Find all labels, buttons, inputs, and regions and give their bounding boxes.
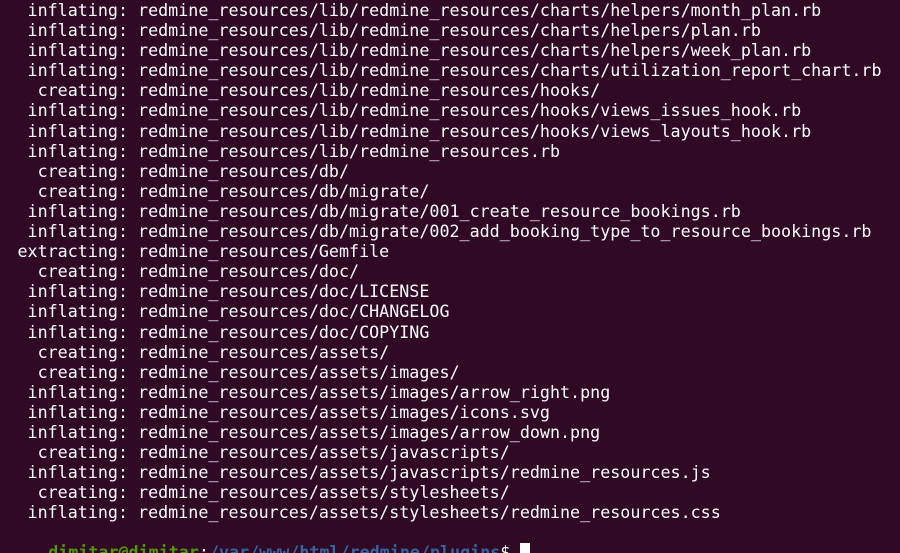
- output-line: inflating: redmine_resources/assets/imag…: [8, 402, 882, 422]
- output-action: inflating:: [27, 200, 128, 221]
- output-path: redmine_resources/Gemfile: [138, 241, 390, 262]
- output-action: inflating:: [27, 221, 128, 242]
- output-path: redmine_resources/assets/javascripts/red…: [138, 462, 711, 483]
- shell-prompt[interactable]: dimitar@dimitar:/var/www/html/redmine/pl…: [8, 522, 531, 553]
- output-action: creating:: [37, 341, 128, 362]
- output-line: creating: redmine_resources/db/migrate/: [8, 181, 882, 201]
- output-path: redmine_resources/assets/stylesheets/: [138, 482, 510, 503]
- output-action: inflating:: [27, 321, 128, 342]
- output-action: inflating:: [27, 301, 128, 322]
- output-path: redmine_resources/assets/stylesheets/red…: [138, 502, 721, 523]
- output-line: inflating: redmine_resources/db/migrate/…: [8, 221, 882, 241]
- output-action: inflating:: [27, 281, 128, 302]
- output-action: creating:: [37, 261, 128, 282]
- output-path: redmine_resources/lib/redmine_resources/…: [138, 40, 812, 61]
- output-line: inflating: redmine_resources/doc/CHANGEL…: [8, 301, 882, 321]
- output-line: inflating: redmine_resources/doc/LICENSE: [8, 281, 882, 301]
- output-line: inflating: redmine_resources/db/migrate/…: [8, 201, 882, 221]
- output-action: inflating:: [27, 40, 128, 61]
- output-action: creating:: [37, 361, 128, 382]
- output-action: inflating:: [27, 100, 128, 121]
- output-action: inflating:: [27, 502, 128, 523]
- output-line: creating: redmine_resources/assets/javas…: [8, 442, 882, 462]
- output-line: inflating: redmine_resources/assets/imag…: [8, 382, 882, 402]
- output-path: redmine_resources/doc/LICENSE: [138, 281, 430, 302]
- output-line: creating: redmine_resources/assets/image…: [8, 362, 882, 382]
- output-path: redmine_resources/db/: [138, 160, 350, 181]
- output-line: inflating: redmine_resources/assets/imag…: [8, 422, 882, 442]
- output-action: creating:: [37, 160, 128, 181]
- output-action: creating:: [37, 442, 128, 463]
- prompt-separator: :: [198, 542, 209, 553]
- output-line: inflating: redmine_resources/lib/redmine…: [8, 0, 882, 20]
- output-path: redmine_resources/lib/redmine_resources.…: [138, 140, 561, 161]
- output-action: inflating:: [27, 421, 128, 442]
- prompt-symbol: $: [500, 542, 511, 553]
- output-action: creating:: [37, 180, 128, 201]
- output-line: inflating: redmine_resources/lib/redmine…: [8, 100, 882, 120]
- output-line: creating: redmine_resources/doc/: [8, 261, 882, 281]
- output-action: creating:: [37, 80, 128, 101]
- output-path: redmine_resources/doc/: [138, 261, 360, 282]
- output-path: redmine_resources/assets/images/arrow_do…: [138, 421, 601, 442]
- output-path: redmine_resources/assets/images/arrow_ri…: [138, 381, 611, 402]
- output-path: redmine_resources/assets/: [138, 341, 390, 362]
- output-action: inflating:: [27, 0, 128, 20]
- output-line: inflating: redmine_resources/lib/redmine…: [8, 141, 882, 161]
- terminal-window[interactable]: inflating: redmine_resources/lib/redmine…: [0, 0, 900, 553]
- output-line: creating: redmine_resources/assets/: [8, 342, 882, 362]
- output-path: redmine_resources/lib/redmine_resources/…: [138, 120, 812, 141]
- output-path: redmine_resources/assets/images/: [138, 361, 460, 382]
- output-line: creating: redmine_resources/assets/style…: [8, 482, 882, 502]
- output-action: inflating:: [27, 462, 128, 483]
- output-action: inflating:: [27, 60, 128, 81]
- output-action: creating:: [37, 482, 128, 503]
- output-action: inflating:: [27, 20, 128, 41]
- prompt-user-host: dimitar@dimitar: [48, 542, 199, 553]
- output-action: inflating:: [27, 140, 128, 161]
- output-line: extracting: redmine_resources/Gemfile: [8, 241, 882, 261]
- output-action: extracting:: [17, 241, 128, 262]
- output-path: redmine_resources/db/migrate/002_add_boo…: [138, 221, 872, 242]
- output-line: inflating: redmine_resources/assets/java…: [8, 462, 882, 482]
- text-cursor[interactable]: [520, 543, 531, 553]
- output-action: inflating:: [27, 120, 128, 141]
- output-line: inflating: redmine_resources/lib/redmine…: [8, 121, 882, 141]
- output-line: inflating: redmine_resources/assets/styl…: [8, 502, 882, 522]
- prompt-cwd: /var/www/html/redmine/plugins: [208, 542, 501, 553]
- output-action: inflating:: [27, 381, 128, 402]
- output-path: redmine_resources/lib/redmine_resources/…: [138, 20, 761, 41]
- output-line: inflating: redmine_resources/doc/COPYING: [8, 322, 882, 342]
- output-path: redmine_resources/doc/CHANGELOG: [138, 301, 450, 322]
- output-line: inflating: redmine_resources/lib/redmine…: [8, 20, 882, 40]
- output-path: redmine_resources/lib/redmine_resources/…: [138, 60, 882, 81]
- output-line: inflating: redmine_resources/lib/redmine…: [8, 40, 882, 60]
- output-path: redmine_resources/assets/images/icons.sv…: [138, 401, 550, 422]
- output-path: redmine_resources/db/migrate/: [138, 180, 430, 201]
- output-path: redmine_resources/doc/COPYING: [138, 321, 430, 342]
- output-line: inflating: redmine_resources/lib/redmine…: [8, 60, 882, 80]
- output-path: redmine_resources/db/migrate/001_create_…: [138, 200, 741, 221]
- output-path: redmine_resources/assets/javascripts/: [138, 442, 510, 463]
- output-path: redmine_resources/lib/redmine_resources/…: [138, 80, 601, 101]
- output-line: creating: redmine_resources/db/: [8, 161, 882, 181]
- output-line: creating: redmine_resources/lib/redmine_…: [8, 80, 882, 100]
- output-path: redmine_resources/lib/redmine_resources/…: [138, 0, 822, 20]
- terminal-output: inflating: redmine_resources/lib/redmine…: [8, 0, 882, 522]
- output-action: inflating:: [27, 401, 128, 422]
- output-path: redmine_resources/lib/redmine_resources/…: [138, 100, 802, 121]
